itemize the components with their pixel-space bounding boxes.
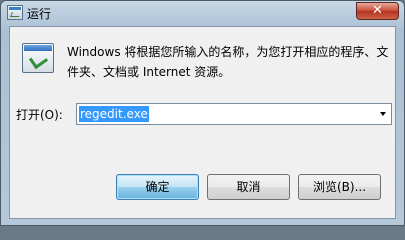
run-icon (22, 43, 54, 73)
run-window-icon (7, 5, 23, 20)
dialog-body: Windows 将根据您所输入的名称，为您打开相应的程序、文件夹、文档或 Int… (9, 26, 396, 219)
open-label: 打开(O): (16, 108, 63, 122)
close-icon: ✕ (372, 3, 383, 18)
close-button[interactable]: ✕ (356, 2, 399, 20)
browse-button[interactable]: 浏览(B)... (298, 174, 381, 200)
run-dialog: 运行 ✕ Windows 将根据您所输入的名称，为您打开相应的程序、文件夹、文档… (0, 0, 405, 226)
chevron-down-icon[interactable] (380, 112, 386, 116)
ok-button[interactable]: 确定 (116, 174, 199, 200)
open-input[interactable]: regedit.exe (79, 106, 149, 122)
cancel-button[interactable]: 取消 (207, 174, 290, 200)
description-text: Windows 将根据您所输入的名称，为您打开相应的程序、文件夹、文档或 Int… (67, 45, 389, 79)
title-bar[interactable]: 运行 ✕ (1, 1, 404, 25)
window-title: 运行 (27, 7, 52, 21)
open-combobox[interactable]: regedit.exe (76, 103, 392, 125)
